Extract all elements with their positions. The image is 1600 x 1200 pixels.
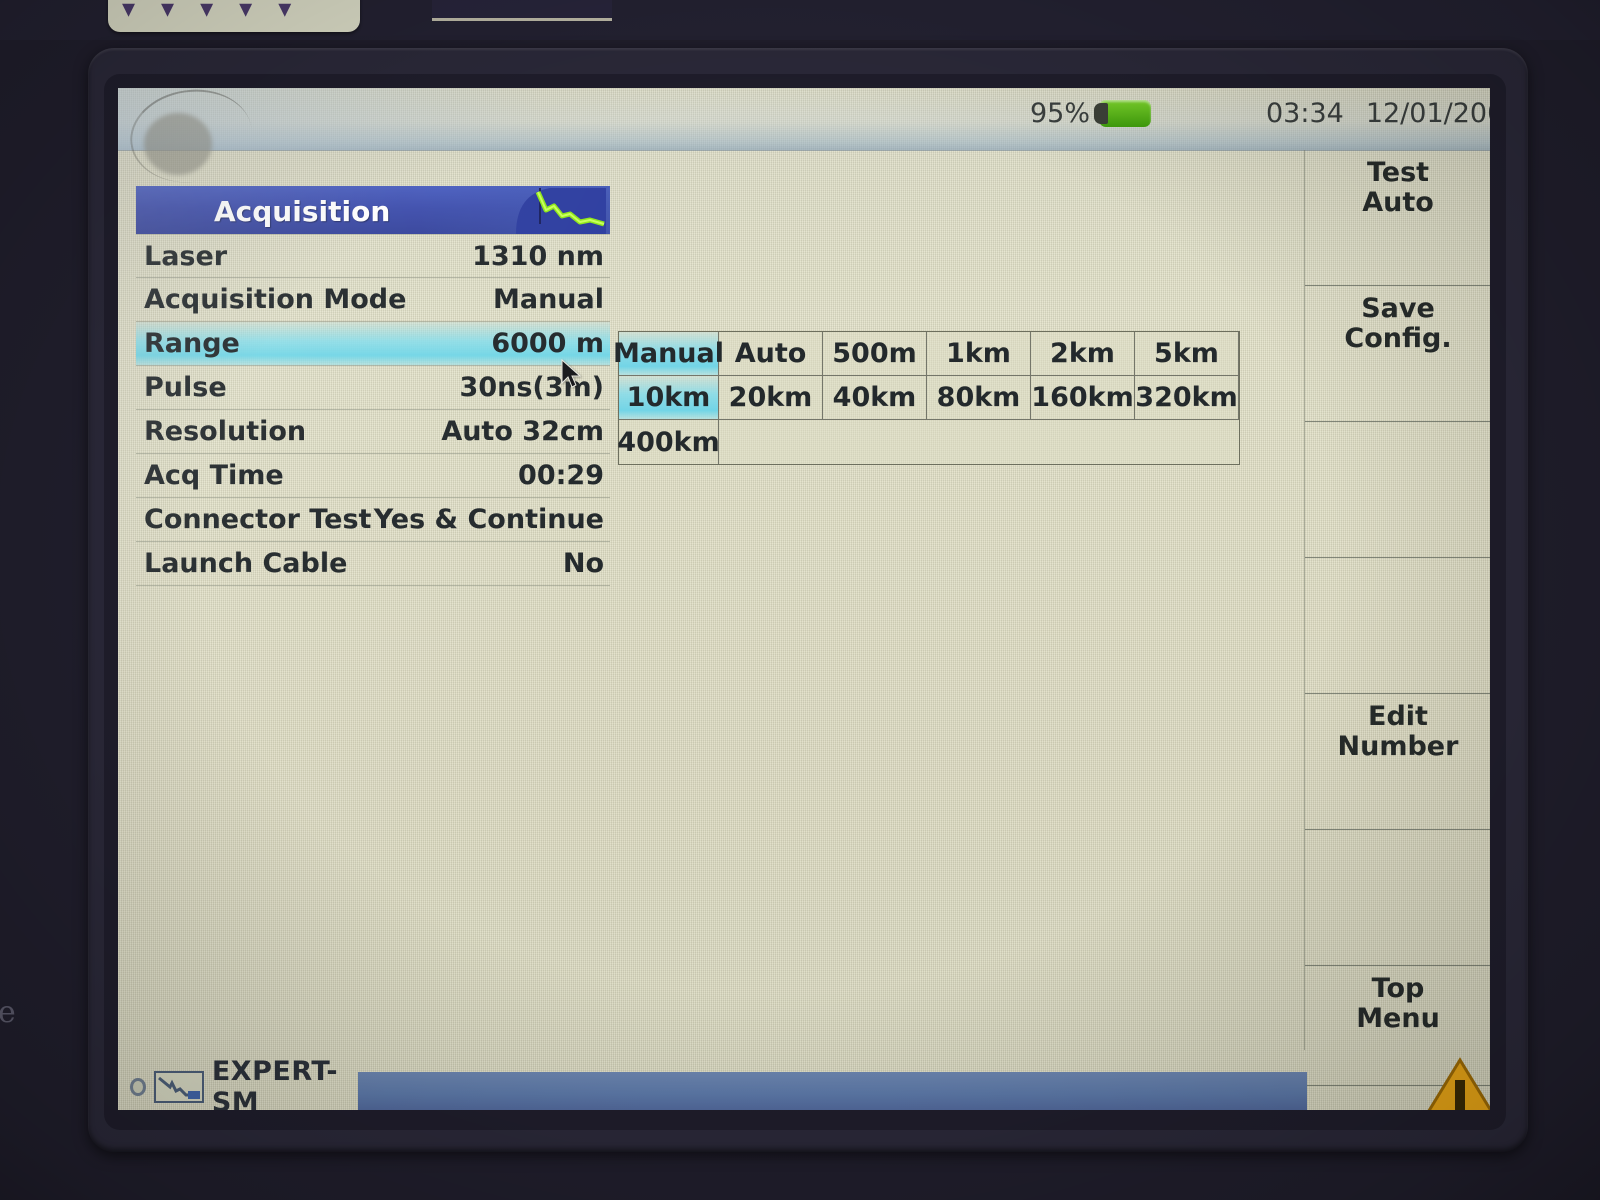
clock-block: 03:34 12/01/2000	[1266, 98, 1490, 129]
screenshot-root: ▾▾▾▾▾ ▪▪▪▪ e 95% 03:34 12/01/2000 Ac	[0, 0, 1600, 1200]
acquisition-row-label: Acq Time	[144, 460, 284, 491]
acquisition-row-label: Resolution	[144, 416, 307, 447]
device-keypad-glyphs-left: ▾▾▾▾▾	[122, 0, 318, 24]
range-options-row: 10km 20km 40km 80km 160km 320km	[619, 376, 1239, 420]
device-keypad-glyphs-right: ▪▪▪▪	[440, 0, 572, 3]
range-option-10km[interactable]: 10km	[619, 376, 719, 420]
acquisition-panel-title: Acquisition	[214, 195, 391, 228]
lcd-screen: 95% 03:34 12/01/2000 Acquisition	[118, 88, 1490, 1110]
softkey-softkey-6	[1305, 830, 1490, 966]
acquisition-row-list: Laser 1310 nm Acquisition Mode Manual Range 6…	[136, 234, 610, 586]
clock-date: 12/01/2000	[1365, 98, 1490, 129]
acquisition-row-launch-cable[interactable]: Launch Cable No	[136, 542, 610, 586]
acquisition-row-value[interactable]: Yes & Continue	[374, 504, 604, 535]
acquisition-row-resolution[interactable]: Resolution Auto 32cm	[136, 410, 610, 454]
range-option-80km[interactable]: 80km	[927, 376, 1031, 420]
battery-indicator: 95%	[1030, 98, 1152, 129]
softkey-label: Top	[1371, 973, 1425, 1004]
acquisition-row-value[interactable]: Manual	[493, 284, 604, 315]
acquisition-row-value[interactable]: 30ns(3m)	[460, 372, 604, 403]
battery-icon	[1094, 100, 1152, 127]
clock-time: 03:34	[1266, 98, 1344, 129]
softkey-label: Number	[1337, 731, 1459, 763]
softkey-softkey-3	[1305, 422, 1490, 558]
range-option-160km[interactable]: 160km	[1031, 376, 1135, 420]
otdr-trace-icon-small	[153, 1071, 204, 1103]
range-option-500m[interactable]: 500m	[823, 332, 927, 376]
device-keypad-label-left: ▾▾▾▾▾	[108, 0, 360, 32]
range-option-320km[interactable]: 320km	[1135, 376, 1239, 420]
trace-tab[interactable]: EXPERT-SM	[124, 1056, 354, 1110]
acquisition-row-connector-test[interactable]: Connector Test Yes & Continue	[136, 498, 610, 542]
device-keypad-label-right: ▪▪▪▪	[432, 0, 612, 21]
range-option-auto[interactable]: Auto	[719, 332, 823, 376]
acquisition-row-value[interactable]: Auto 32cm	[441, 416, 604, 447]
range-options-row: Manual Auto 500m 1km 2km 5km	[613, 332, 1239, 376]
acquisition-panel-header: Acquisition	[136, 186, 610, 234]
softkey-label: Config.	[1344, 323, 1452, 355]
softkey-label: Test	[1366, 157, 1430, 188]
status-bar: 95% 03:34 12/01/2000	[118, 88, 1490, 151]
softkey-label: Edit	[1368, 701, 1428, 732]
acquisition-row-label: Pulse	[144, 372, 227, 403]
range-option-1km[interactable]: 1km	[927, 332, 1031, 376]
acquisition-row-value[interactable]: 6000 m	[491, 328, 604, 359]
acquisition-row-value[interactable]: 1310 nm	[472, 241, 604, 272]
battery-percent-label: 95%	[1030, 98, 1091, 129]
radio-selected-icon[interactable]	[130, 1078, 146, 1096]
range-option-40km[interactable]: 40km	[823, 376, 927, 420]
trace-tab-label: EXPERT-SM	[211, 1056, 339, 1110]
range-options-row: 400km	[617, 420, 1239, 464]
acquisition-row-laser[interactable]: Laser 1310 nm	[136, 234, 610, 278]
acquisition-panel: Acquisition Laser 1310 nm Acquisition Mode…	[136, 186, 610, 586]
softkey-sidebar: Test Auto Save Config. Edit Number Top Menu	[1304, 150, 1490, 1086]
range-options-popup[interactable]: Manual Auto 500m 1km 2km 5km 10km 20km 40km 80km 1…	[613, 331, 1240, 465]
range-option-5km[interactable]: 5km	[1135, 332, 1239, 376]
acquisition-row-label: Laser	[144, 240, 228, 272]
warning-triangle-icon	[1427, 1057, 1490, 1110]
acquisition-row-label: Connector Test	[144, 504, 372, 535]
acquisition-row-label: Acquisition Mode	[144, 284, 407, 315]
acquisition-row-acq-time[interactable]: Acq Time 00:29	[136, 454, 610, 498]
acquisition-row-range[interactable]: Range 6000 m	[136, 322, 610, 366]
battery-cap	[1094, 103, 1109, 124]
acquisition-row-acquisition-mode[interactable]: Acquisition Mode Manual	[136, 278, 610, 322]
acquisition-row-value[interactable]: No	[563, 548, 604, 579]
softkey-label: Auto	[1362, 187, 1434, 219]
softkey-edit-number[interactable]: Edit Number	[1305, 694, 1490, 830]
acquisition-row-pulse[interactable]: Pulse 30ns(3m)	[136, 366, 610, 410]
range-option-manual[interactable]: Manual	[613, 332, 724, 376]
acquisition-row-label: Range	[144, 328, 240, 359]
softkey-test-auto[interactable]: Test Auto	[1305, 150, 1490, 286]
bottom-bar: EXPERT-SM	[118, 1056, 1490, 1110]
device-edge-letter: e	[0, 995, 16, 1030]
softkey-softkey-4	[1305, 558, 1490, 694]
range-option-2km[interactable]: 2km	[1031, 332, 1135, 376]
bottom-progress-bar	[358, 1072, 1307, 1110]
softkey-label: Save	[1361, 293, 1435, 324]
acquisition-row-value[interactable]: 00:29	[518, 460, 604, 491]
softkey-label: Menu	[1356, 1003, 1440, 1035]
range-option-20km[interactable]: 20km	[719, 376, 823, 420]
acquisition-row-label: Launch Cable	[144, 548, 348, 579]
otdr-trace-icon	[516, 188, 606, 234]
range-option-400km[interactable]: 400km	[617, 420, 720, 464]
softkey-save-config[interactable]: Save Config.	[1305, 286, 1490, 422]
